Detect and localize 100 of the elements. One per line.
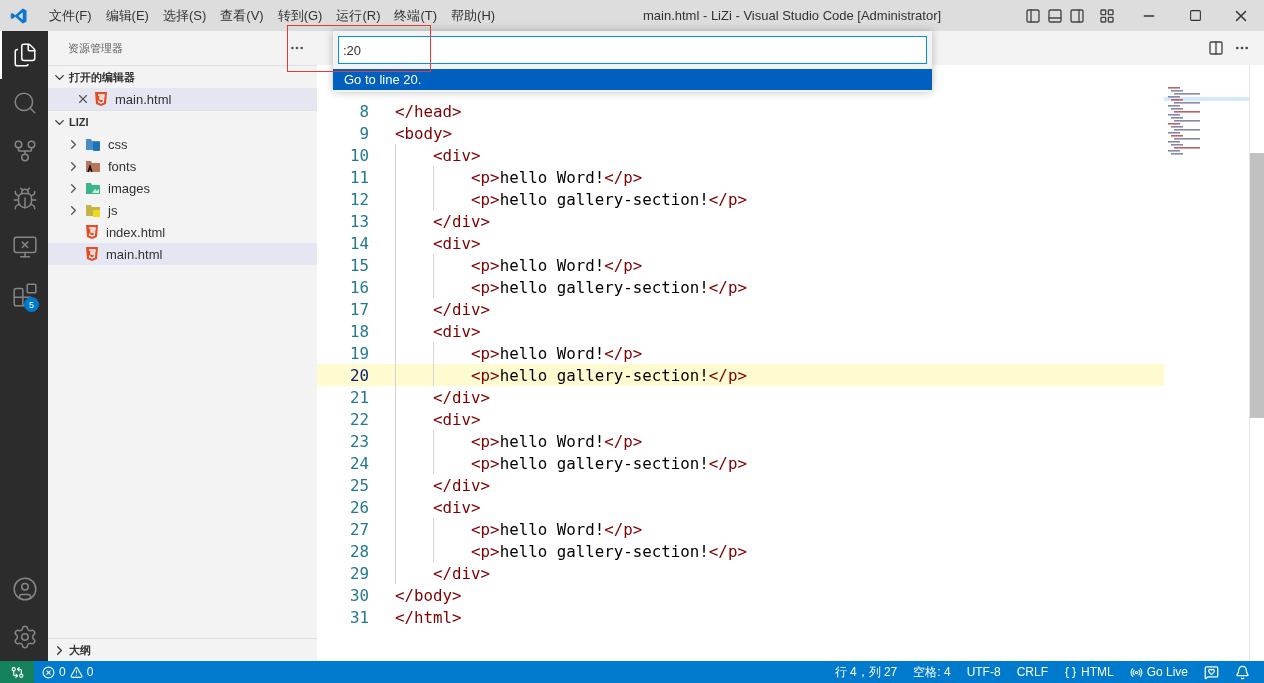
file-name: images [108, 180, 150, 196]
extensions-icon [12, 282, 38, 308]
file-name: index.html [106, 224, 166, 240]
menu-item[interactable]: 运行(R) [329, 6, 388, 25]
bug-icon [12, 186, 38, 212]
input-field[interactable]: :20 [338, 36, 927, 64]
line-number: 13 [348, 211, 369, 231]
line-number: 27 [348, 519, 369, 539]
code-line: <p>hello gallery-section!</p> [470, 365, 747, 385]
branch-icon [12, 138, 38, 164]
code-line: <p>hello Word!</p> [470, 167, 643, 187]
code-line: <div> [432, 321, 481, 341]
search-icon [12, 90, 38, 116]
broadcast-icon [1129, 665, 1143, 679]
language-status[interactable]: HTML [1055, 661, 1122, 683]
secondary-sidebar-icon[interactable] [1069, 7, 1085, 24]
tree-item[interactable]: main.html [48, 243, 317, 265]
tree-item[interactable]: js [48, 199, 317, 221]
file-name: fonts [108, 158, 137, 174]
html-file-icon [94, 91, 108, 107]
live-status[interactable]: Go Live [1121, 661, 1196, 683]
code-line: <body> [395, 123, 453, 143]
code-line: <div> [432, 233, 481, 253]
menu-item[interactable]: 文件(F) [42, 6, 99, 25]
code-line: <p>hello gallery-section!</p> [470, 541, 747, 561]
scrollbar-thumb[interactable] [1250, 153, 1264, 418]
folder-icon [85, 158, 101, 174]
menu-item[interactable]: 终端(T) [387, 6, 445, 25]
remote-icon [10, 665, 24, 679]
remote-button[interactable] [0, 661, 34, 683]
status-item[interactable]: UTF-8 [958, 661, 1009, 683]
folder-icon [85, 202, 101, 218]
sidebar-title: 资源管理器 [68, 40, 123, 56]
line-number: 29 [348, 563, 369, 583]
menu-item[interactable]: 查看(V) [213, 6, 271, 25]
line-number: 23 [348, 431, 369, 451]
line-number: 26 [348, 497, 369, 517]
file-name: main.html [106, 246, 163, 262]
tree-item[interactable]: main.html [48, 88, 317, 110]
line-number: 20 [348, 365, 369, 385]
maximize-icon[interactable] [1188, 9, 1202, 22]
monitor-icon [12, 234, 38, 260]
tree-item[interactable]: fonts [48, 155, 317, 177]
line-number: 18 [348, 321, 369, 341]
code-line: <p>hello gallery-section!</p> [470, 189, 747, 209]
code-line: <div> [432, 145, 481, 165]
line-number: 11 [348, 167, 369, 187]
section-header[interactable]: LIZI [48, 110, 317, 133]
line-number: 12 [348, 189, 369, 209]
tree-item[interactable]: images [48, 177, 317, 199]
line-number: 30 [348, 585, 369, 605]
html-file-icon [85, 224, 99, 240]
code-line: <div> [432, 497, 481, 517]
file-name: js [108, 202, 118, 218]
line-number: 31 [348, 607, 369, 627]
status-item[interactable]: CRLF [1008, 661, 1056, 683]
split-editor-icon[interactable] [1208, 40, 1224, 56]
line-number: 16 [348, 277, 369, 297]
menu-item[interactable]: 编辑(E) [98, 6, 156, 25]
badge: 5 [24, 297, 39, 312]
activity-bar-item[interactable]: 5 [0, 271, 48, 319]
code-line: <div> [432, 409, 481, 429]
html-file-icon [85, 246, 99, 262]
layout-icon[interactable] [1099, 7, 1115, 24]
line-number: 9 [358, 123, 369, 143]
error-icon [42, 665, 55, 679]
menu-item[interactable]: 转到(G) [270, 6, 330, 25]
menu-item[interactable]: 帮助(H) [444, 6, 503, 25]
warning-icon [69, 665, 83, 679]
line-number: 21 [348, 387, 369, 407]
sidebar-toggle-icon[interactable] [1025, 7, 1041, 24]
code-line: <p>hello Word!</p> [470, 255, 643, 275]
line-number: 19 [348, 343, 369, 363]
line-number: 14 [348, 233, 369, 253]
files-icon [12, 42, 38, 68]
window-title: main.html - LiZi - Visual Studio Code [Administrator] [642, 8, 943, 23]
code-line: </div> [432, 563, 491, 583]
code-line: </head> [395, 101, 462, 121]
line-number: 15 [348, 255, 369, 275]
tree-item[interactable]: css [48, 133, 317, 155]
account-icon [12, 576, 38, 602]
status-item[interactable]: 空格: 4 [905, 661, 959, 683]
code-line: </div> [432, 475, 491, 495]
code-line: <p>hello Word!</p> [470, 431, 643, 451]
quick-pick-item[interactable]: Go to line 20. [333, 69, 932, 90]
app-logo-icon [10, 6, 28, 25]
line-number: 22 [348, 409, 369, 429]
menu-item[interactable]: 选择(S) [155, 6, 214, 25]
close-icon[interactable] [76, 92, 90, 106]
settings-icon [12, 624, 38, 650]
panel-toggle-icon[interactable] [1047, 7, 1063, 24]
status-item[interactable]: 行 4，列 27 [826, 661, 906, 683]
code-line: </div> [432, 211, 491, 231]
line-number: 24 [348, 453, 369, 473]
tree-item[interactable]: index.html [48, 221, 317, 243]
code-line: </div> [432, 387, 491, 407]
code-line: </div> [432, 299, 491, 319]
line-number: 8 [358, 101, 369, 121]
problems-status[interactable]: 0 0 [34, 661, 102, 683]
feedback-icon [1204, 664, 1219, 680]
